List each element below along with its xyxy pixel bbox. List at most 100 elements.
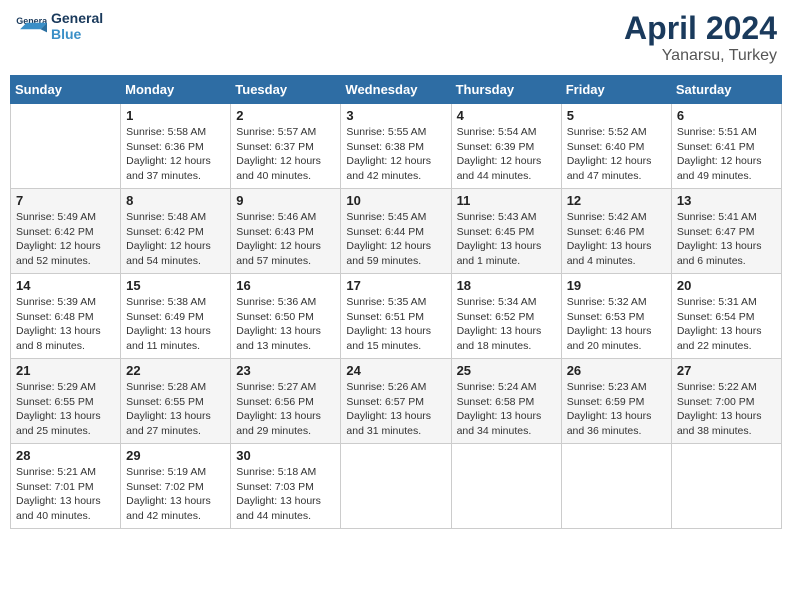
calendar-cell: 29 Sunrise: 5:19 AMSunset: 7:02 PMDayligh… xyxy=(121,444,231,529)
cell-date-number: 4 xyxy=(457,108,556,123)
cell-info: Sunrise: 5:48 AMSunset: 6:42 PMDaylight:… xyxy=(126,210,225,269)
cell-info: Sunrise: 5:24 AMSunset: 6:58 PMDaylight:… xyxy=(457,380,556,439)
cell-date-number: 25 xyxy=(457,363,556,378)
cell-date-number: 1 xyxy=(126,108,225,123)
cell-date-number: 23 xyxy=(236,363,335,378)
cell-date-number: 3 xyxy=(346,108,445,123)
cell-date-number: 9 xyxy=(236,193,335,208)
cell-date-number: 6 xyxy=(677,108,776,123)
cell-date-number: 10 xyxy=(346,193,445,208)
cell-info: Sunrise: 5:29 AMSunset: 6:55 PMDaylight:… xyxy=(16,380,115,439)
calendar-cell xyxy=(451,444,561,529)
calendar-cell: 21 Sunrise: 5:29 AMSunset: 6:55 PMDayligh… xyxy=(11,359,121,444)
cell-date-number: 2 xyxy=(236,108,335,123)
calendar-cell: 19 Sunrise: 5:32 AMSunset: 6:53 PMDayligh… xyxy=(561,274,671,359)
cell-info: Sunrise: 5:28 AMSunset: 6:55 PMDaylight:… xyxy=(126,380,225,439)
calendar-cell: 9 Sunrise: 5:46 AMSunset: 6:43 PMDaylight… xyxy=(231,189,341,274)
cell-date-number: 15 xyxy=(126,278,225,293)
cell-info: Sunrise: 5:27 AMSunset: 6:56 PMDaylight:… xyxy=(236,380,335,439)
cell-date-number: 22 xyxy=(126,363,225,378)
calendar-cell: 14 Sunrise: 5:39 AMSunset: 6:48 PMDayligh… xyxy=(11,274,121,359)
cell-info: Sunrise: 5:49 AMSunset: 6:42 PMDaylight:… xyxy=(16,210,115,269)
calendar-cell: 18 Sunrise: 5:34 AMSunset: 6:52 PMDayligh… xyxy=(451,274,561,359)
calendar-cell: 11 Sunrise: 5:43 AMSunset: 6:45 PMDayligh… xyxy=(451,189,561,274)
logo: General General Blue xyxy=(15,10,103,42)
calendar-cell: 5Sunrise: 5:52 AMSunset: 6:40 PMDaylight… xyxy=(561,104,671,189)
cell-info: Sunrise: 5:43 AMSunset: 6:45 PMDaylight:… xyxy=(457,210,556,269)
calendar-cell xyxy=(341,444,451,529)
day-header-monday: Monday xyxy=(121,76,231,104)
calendar-week-row: 14 Sunrise: 5:39 AMSunset: 6:48 PMDayligh… xyxy=(11,274,782,359)
calendar-cell: 1Sunrise: 5:58 AMSunset: 6:36 PMDaylight… xyxy=(121,104,231,189)
day-header-tuesday: Tuesday xyxy=(231,76,341,104)
cell-date-number: 11 xyxy=(457,193,556,208)
cell-info: Sunrise: 5:31 AMSunset: 6:54 PMDaylight:… xyxy=(677,295,776,354)
cell-info: Sunrise: 5:35 AMSunset: 6:51 PMDaylight:… xyxy=(346,295,445,354)
cell-info: Sunrise: 5:38 AMSunset: 6:49 PMDaylight:… xyxy=(126,295,225,354)
cell-date-number: 29 xyxy=(126,448,225,463)
cell-date-number: 16 xyxy=(236,278,335,293)
cell-date-number: 19 xyxy=(567,278,666,293)
logo-icon: General xyxy=(15,10,47,42)
title-block: April 2024 Yanarsu, Turkey xyxy=(624,10,777,65)
calendar-cell: 24 Sunrise: 5:26 AMSunset: 6:57 PMDayligh… xyxy=(341,359,451,444)
calendar-cell: 4Sunrise: 5:54 AMSunset: 6:39 PMDaylight… xyxy=(451,104,561,189)
day-header-saturday: Saturday xyxy=(671,76,781,104)
day-header-sunday: Sunday xyxy=(11,76,121,104)
location-title: Yanarsu, Turkey xyxy=(624,47,777,65)
cell-info: Sunrise: 5:39 AMSunset: 6:48 PMDaylight:… xyxy=(16,295,115,354)
calendar-cell: 20 Sunrise: 5:31 AMSunset: 6:54 PMDayligh… xyxy=(671,274,781,359)
cell-info: Sunrise: 5:18 AMSunset: 7:03 PMDaylight:… xyxy=(236,465,335,524)
calendar-cell: 6 Sunrise: 5:51 AMSunset: 6:41 PMDaylight… xyxy=(671,104,781,189)
calendar-cell: 27 Sunrise: 5:22 AMSunset: 7:00 PMDayligh… xyxy=(671,359,781,444)
calendar-cell: 12Sunrise: 5:42 AMSunset: 6:46 PMDayligh… xyxy=(561,189,671,274)
calendar-cell xyxy=(671,444,781,529)
calendar-cell: 25 Sunrise: 5:24 AMSunset: 6:58 PMDayligh… xyxy=(451,359,561,444)
calendar-week-row: 21 Sunrise: 5:29 AMSunset: 6:55 PMDayligh… xyxy=(11,359,782,444)
calendar-cell: 16 Sunrise: 5:36 AMSunset: 6:50 PMDayligh… xyxy=(231,274,341,359)
calendar-cell: 26 Sunrise: 5:23 AMSunset: 6:59 PMDayligh… xyxy=(561,359,671,444)
day-header-thursday: Thursday xyxy=(451,76,561,104)
page-header: General General Blue April 2024 Yanarsu,… xyxy=(10,10,782,65)
cell-date-number: 14 xyxy=(16,278,115,293)
cell-date-number: 24 xyxy=(346,363,445,378)
cell-date-number: 26 xyxy=(567,363,666,378)
cell-info: Sunrise: 5:19 AMSunset: 7:02 PMDaylight:… xyxy=(126,465,225,524)
cell-info: Sunrise: 5:26 AMSunset: 6:57 PMDaylight:… xyxy=(346,380,445,439)
cell-info: Sunrise: 5:36 AMSunset: 6:50 PMDaylight:… xyxy=(236,295,335,354)
cell-date-number: 5 xyxy=(567,108,666,123)
day-header-wednesday: Wednesday xyxy=(341,76,451,104)
cell-info: Sunrise: 5:46 AMSunset: 6:43 PMDaylight:… xyxy=(236,210,335,269)
calendar-cell: 13Sunrise: 5:41 AMSunset: 6:47 PMDayligh… xyxy=(671,189,781,274)
cell-info: Sunrise: 5:45 AMSunset: 6:44 PMDaylight:… xyxy=(346,210,445,269)
cell-info: Sunrise: 5:34 AMSunset: 6:52 PMDaylight:… xyxy=(457,295,556,354)
calendar-cell: 28 Sunrise: 5:21 AMSunset: 7:01 PMDayligh… xyxy=(11,444,121,529)
cell-date-number: 21 xyxy=(16,363,115,378)
cell-info: Sunrise: 5:32 AMSunset: 6:53 PMDaylight:… xyxy=(567,295,666,354)
cell-info: Sunrise: 5:57 AMSunset: 6:37 PMDaylight:… xyxy=(236,125,335,184)
cell-date-number: 20 xyxy=(677,278,776,293)
calendar-cell: 10 Sunrise: 5:45 AMSunset: 6:44 PMDayligh… xyxy=(341,189,451,274)
cell-info: Sunrise: 5:42 AMSunset: 6:46 PMDaylight:… xyxy=(567,210,666,269)
calendar-cell: 3Sunrise: 5:55 AMSunset: 6:38 PMDaylight… xyxy=(341,104,451,189)
cell-info: Sunrise: 5:51 AMSunset: 6:41 PMDaylight:… xyxy=(677,125,776,184)
calendar-cell: 8Sunrise: 5:48 AMSunset: 6:42 PMDaylight… xyxy=(121,189,231,274)
logo-blue: Blue xyxy=(51,26,103,42)
calendar-cell xyxy=(11,104,121,189)
cell-date-number: 27 xyxy=(677,363,776,378)
calendar-cell: 30Sunrise: 5:18 AMSunset: 7:03 PMDayligh… xyxy=(231,444,341,529)
cell-info: Sunrise: 5:22 AMSunset: 7:00 PMDaylight:… xyxy=(677,380,776,439)
cell-info: Sunrise: 5:23 AMSunset: 6:59 PMDaylight:… xyxy=(567,380,666,439)
calendar-cell: 22 Sunrise: 5:28 AMSunset: 6:55 PMDayligh… xyxy=(121,359,231,444)
calendar-table: SundayMondayTuesdayWednesdayThursdayFrid… xyxy=(10,75,782,529)
calendar-cell: 23 Sunrise: 5:27 AMSunset: 6:56 PMDayligh… xyxy=(231,359,341,444)
cell-date-number: 28 xyxy=(16,448,115,463)
calendar-week-row: 1Sunrise: 5:58 AMSunset: 6:36 PMDaylight… xyxy=(11,104,782,189)
calendar-cell: 2 Sunrise: 5:57 AMSunset: 6:37 PMDaylight… xyxy=(231,104,341,189)
cell-info: Sunrise: 5:21 AMSunset: 7:01 PMDaylight:… xyxy=(16,465,115,524)
day-header-friday: Friday xyxy=(561,76,671,104)
cell-date-number: 18 xyxy=(457,278,556,293)
calendar-cell xyxy=(561,444,671,529)
cell-date-number: 13 xyxy=(677,193,776,208)
calendar-cell: 15 Sunrise: 5:38 AMSunset: 6:49 PMDayligh… xyxy=(121,274,231,359)
